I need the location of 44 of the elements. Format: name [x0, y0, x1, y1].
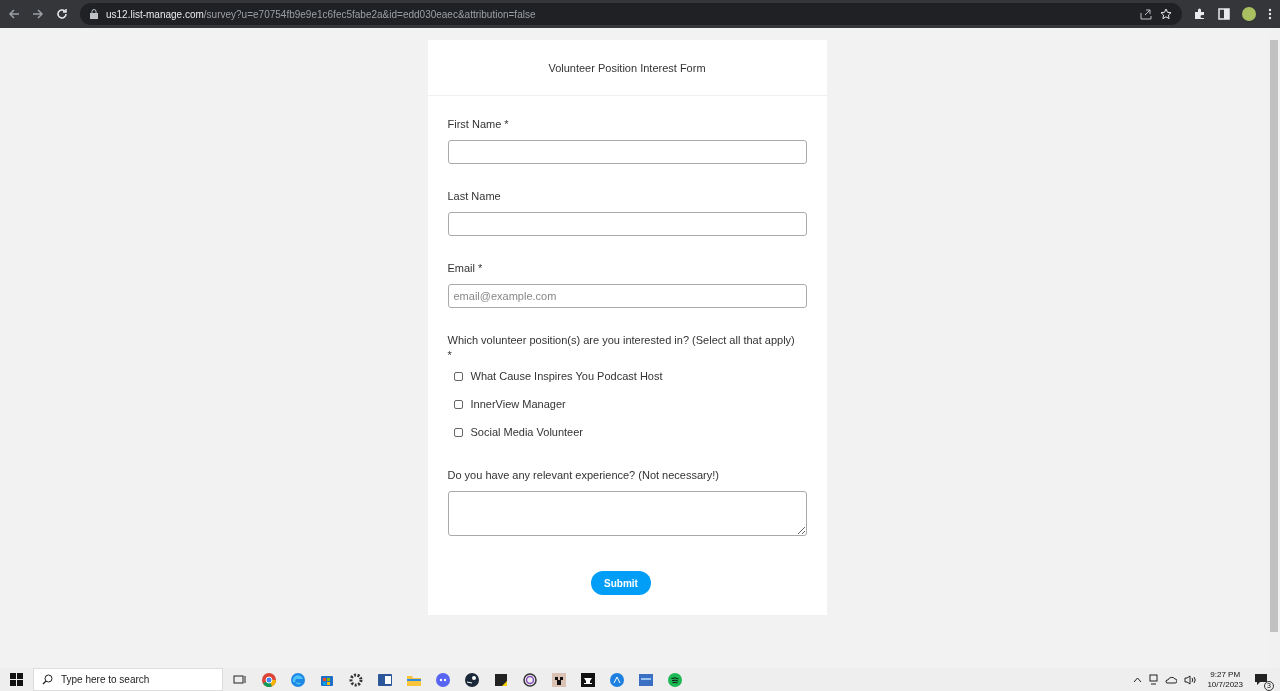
reload-icon[interactable] [56, 8, 68, 20]
windows-icon[interactable] [10, 673, 23, 686]
tile-icon[interactable] [639, 672, 653, 687]
input-field[interactable] [447, 212, 807, 236]
search-field[interactable]: Type here to search [33, 668, 223, 691]
back-arrow-icon[interactable] [8, 8, 20, 20]
option-label: InnerView Manager [470, 398, 566, 410]
url-text: us12.list-manage.com/survey?u=e70754fb9e9e1c6fec5fabe2a&id=edd030eaec&attribution=false [106, 8, 536, 20]
required-mark: * [447, 348, 453, 362]
field-label: First Name * [447, 117, 510, 132]
forward-arrow-icon[interactable] [32, 8, 44, 20]
star-icon[interactable] [1160, 8, 1172, 20]
question-label: Which volunteer position(s) are you interested in? (Select all that apply) [447, 333, 796, 348]
field-label: Email * [447, 261, 484, 276]
avatar-icon[interactable] [1242, 7, 1256, 21]
search-icon [42, 674, 53, 685]
checkbox[interactable] [453, 399, 463, 409]
field-label: Do you have any relevant experience? (Not necessary!) [447, 468, 720, 483]
task-view-icon[interactable] [233, 672, 247, 687]
form-title: Volunteer Position Interest Form [548, 61, 706, 74]
sidebar-icon[interactable] [1218, 8, 1230, 20]
device-icon[interactable] [1149, 674, 1159, 685]
chevron-up-icon[interactable] [1133, 676, 1143, 683]
triangle-app-icon[interactable] [610, 672, 624, 687]
input-field[interactable]: email@example.com [447, 284, 807, 308]
checkbox[interactable] [453, 371, 463, 381]
share-icon[interactable] [1140, 8, 1152, 20]
input-field[interactable] [447, 140, 807, 164]
anvil-icon[interactable] [581, 672, 595, 687]
puzzle-icon[interactable] [1194, 8, 1206, 20]
option-label: What Cause Inspires You Podcast Host [470, 370, 663, 382]
field-label: Last Name [447, 189, 502, 204]
checkbox[interactable] [453, 427, 463, 437]
ring-icon[interactable] [523, 672, 537, 687]
address-bar[interactable]: us12.list-manage.com/survey?u=e70754fb9e9e1c6fec5fabe2a&id=edd030eaec&attribution=false [80, 3, 1182, 25]
lock-icon [90, 9, 98, 19]
cloud-icon[interactable] [1165, 675, 1178, 684]
note-icon[interactable] [494, 672, 508, 687]
menu-icon[interactable] [1268, 8, 1272, 20]
option-label: Social Media Volunteer [470, 426, 583, 438]
speaker-icon[interactable] [1184, 674, 1197, 685]
notification-icon[interactable] [1254, 671, 1268, 686]
clock[interactable]: 9:27 PM 10/7/2023 [1203, 669, 1247, 690]
gear-icon[interactable] [349, 672, 363, 687]
